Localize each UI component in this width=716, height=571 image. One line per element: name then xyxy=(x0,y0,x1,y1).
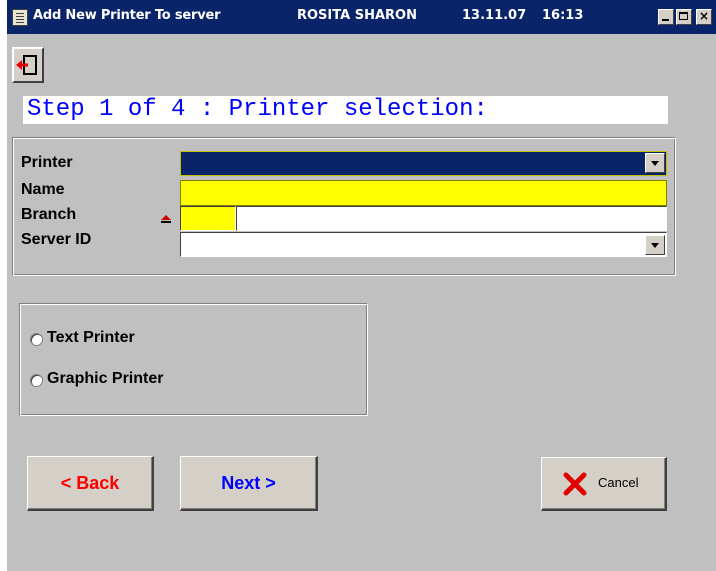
title-date: 13.11.07 xyxy=(462,8,527,23)
close-button[interactable]: × xyxy=(696,9,712,25)
text-printer-label[interactable]: Text Printer xyxy=(47,329,135,347)
printer-dropdown-button[interactable] xyxy=(645,153,665,173)
server-id-dropdown-button[interactable] xyxy=(645,235,665,255)
exit-button[interactable] xyxy=(12,47,44,83)
printer-select[interactable] xyxy=(180,151,667,176)
printer-type-group xyxy=(19,303,368,416)
printer-label: Printer xyxy=(21,154,73,171)
close-icon: × xyxy=(698,9,710,23)
exit-door-icon xyxy=(16,55,37,75)
graphic-printer-label[interactable]: Graphic Printer xyxy=(47,370,163,388)
add-printer-window: Add New Printer To server ROSITA SHARON … xyxy=(7,0,716,571)
title-user: ROSITA SHARON xyxy=(297,8,417,23)
cancel-button[interactable]: Cancel xyxy=(541,457,667,511)
next-button[interactable]: Next > xyxy=(180,456,318,511)
step-header: Step 1 of 4 : Printer selection: xyxy=(23,96,668,124)
cancel-label: Cancel xyxy=(598,475,639,490)
branch-code-input[interactable] xyxy=(180,206,236,231)
back-button[interactable]: < Back xyxy=(27,456,154,511)
title-time: 16:13 xyxy=(542,8,584,23)
text-printer-radio[interactable] xyxy=(30,333,43,346)
title-bar[interactable]: Add New Printer To server ROSITA SHARON … xyxy=(7,0,716,34)
name-input[interactable] xyxy=(180,180,667,206)
server-id-label: Server ID xyxy=(21,231,92,248)
minimize-button[interactable] xyxy=(658,9,674,25)
red-x-icon xyxy=(563,472,587,496)
branch-label: Branch xyxy=(21,206,77,223)
graphic-printer-radio[interactable] xyxy=(30,374,43,387)
app-icon xyxy=(12,9,28,26)
required-marker-icon xyxy=(161,215,171,223)
maximize-button[interactable] xyxy=(676,9,692,25)
server-id-select[interactable] xyxy=(180,232,667,257)
window-title: Add New Printer To server xyxy=(33,8,221,23)
branch-name-field xyxy=(236,206,667,231)
name-label: Name xyxy=(21,181,65,198)
